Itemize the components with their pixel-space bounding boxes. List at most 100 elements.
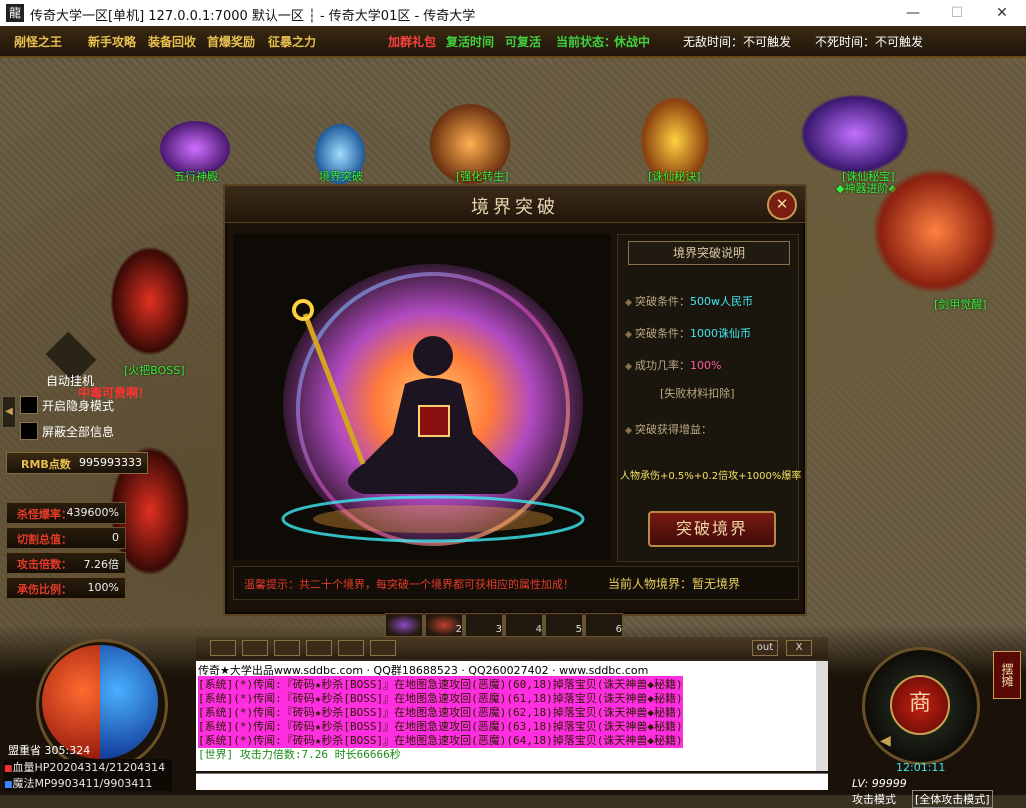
mp-readout: ■魔法MP9903411/9903411	[4, 775, 172, 791]
diamond-icon	[624, 298, 633, 306]
level-value: 99999	[871, 777, 907, 790]
app-icon: 龍	[6, 4, 24, 22]
game-clock: 12:01:11	[896, 761, 946, 774]
dialog-close-button[interactable]: ✕	[767, 190, 797, 220]
menu-item-first-drop[interactable]: 首爆奖励	[207, 33, 255, 50]
game-viewport[interactable]: 剐怪之王 新手攻略 装备回收 首爆奖励 征暴之力 加群礼包 复活时间 可复活 当…	[0, 26, 1026, 808]
chat-tool-icon[interactable]	[210, 640, 236, 656]
chat-out-button[interactable]: out	[752, 640, 778, 656]
map-coordinates: 盟重省 305:324	[8, 744, 91, 757]
chat-close-button[interactable]: X	[786, 640, 812, 656]
skill-slot-5[interactable]: 5	[545, 613, 583, 637]
stall-button[interactable]: 摆摊	[993, 651, 1021, 699]
rmb-value: 995993333	[79, 456, 142, 469]
stat-key: 杀怪爆率：	[17, 508, 72, 521]
current-realm: 当前人物境界：暂无境界	[608, 577, 741, 591]
chat-tool-icon[interactable]	[274, 640, 300, 656]
menu-item-recycle[interactable]: 装备回收	[148, 33, 196, 50]
chat-tool-icon[interactable]	[242, 640, 268, 656]
menu-item-group-gift[interactable]: 加群礼包	[388, 33, 436, 50]
hide-info-label: 屏蔽全部信息	[42, 425, 115, 439]
red-monster[interactable]	[110, 246, 190, 356]
npc-label[interactable]: [诛仙秘诀]	[648, 168, 701, 184]
rate-value: 100%	[690, 359, 722, 372]
menu-item-power[interactable]: 征暴之力	[268, 33, 316, 50]
chat-input[interactable]	[196, 773, 828, 790]
chat-tool-icon[interactable]	[370, 640, 396, 656]
tip-text: 温馨提示：共二十个境界，每突破一个境界都可获相应的属性加成！	[244, 578, 574, 591]
condition-value: 500w人民币	[690, 295, 753, 308]
stat-value: 439600%	[66, 506, 119, 519]
npc-zhuxian-treasure[interactable]	[800, 94, 910, 174]
npc-label[interactable]: [剑甲觉醒]	[934, 296, 987, 312]
chat-tool-icon[interactable]	[306, 640, 332, 656]
rmb-label: RMB点数	[21, 458, 71, 471]
condition-label: 突破条件：	[635, 295, 690, 308]
hide-info-checkbox[interactable]	[20, 422, 38, 440]
skill-slot-3[interactable]: 3	[465, 613, 503, 637]
state-label: 当前状态：	[556, 35, 617, 49]
condition-1: 突破条件：500w人民币	[624, 293, 753, 309]
stat-key: 攻击倍数：	[17, 558, 72, 571]
npc-sword-armor[interactable]	[870, 166, 1000, 296]
stat-key: 承伤比例：	[17, 583, 72, 596]
chat-tool-icon[interactable]	[338, 640, 364, 656]
gain-label-row: 突破获得增益：	[624, 421, 712, 437]
top-menu-bar: 剐怪之王 新手攻略 装备回收 首爆奖励 征暴之力 加群礼包 复活时间 可复活 当…	[0, 26, 1026, 58]
chat-world-line: [世界] 攻击力倍数:7.26 时长66666秒	[198, 748, 401, 761]
stat-key: 切割总值：	[17, 533, 72, 546]
close-window-button[interactable]: ✕	[980, 0, 1024, 26]
maximize-button[interactable]: ☐	[935, 0, 979, 26]
success-rate: 成功几率：100%	[624, 357, 722, 373]
state-value: 休战中	[614, 35, 651, 49]
npc-label[interactable]: 境界突破	[319, 168, 363, 184]
breakthrough-info-panel: 境界突破说明 突破条件：500w人民币 突破条件：1000诛仙币 成功几率：10…	[617, 234, 801, 562]
condition-2: 突破条件：1000诛仙币	[624, 325, 751, 341]
rate-label: 成功几率：	[635, 359, 690, 372]
break-realm-button[interactable]: 突破境界	[648, 511, 776, 547]
collapse-arrow-icon[interactable]: ◀	[2, 396, 16, 428]
realm-breakthrough-dialog: 境界突破 ✕ 境界突破说明 突破条件：500w人民币 突破条件：1000诛仙币 …	[223, 184, 807, 616]
stat-row: 杀怪爆率： 439600%	[6, 502, 126, 524]
bottom-hud: 盟重省 305:324 ■血量HP20204314/21204314 ■魔法MP…	[0, 613, 1026, 808]
sound-icon[interactable]: ◀	[880, 733, 891, 749]
dialog-title: 境界突破	[471, 197, 559, 218]
skill-slot-2[interactable]: 2	[425, 613, 463, 637]
chat-log[interactable]: 传奇★大学出品www.sddbc.com · QQ群18688523 · QQ2…	[196, 661, 828, 771]
undying-time: 不死时间：不可触发	[815, 35, 924, 49]
mp-square-icon: ■	[4, 780, 13, 790]
attack-mode-value[interactable]: [全体攻击模式]	[912, 790, 993, 808]
diamond-icon	[624, 330, 633, 338]
npc-label[interactable]: [强化转生]	[456, 168, 509, 184]
menu-item-guide[interactable]: 新手攻略	[88, 33, 136, 50]
stat-value: 7.26倍	[83, 558, 120, 571]
rmb-bar: RMB点数 995993333	[6, 452, 148, 474]
meditation-artwork	[233, 234, 611, 560]
minimize-button[interactable]: —	[891, 0, 935, 26]
shop-button[interactable]: 商	[890, 675, 950, 735]
window-titlebar: 龍 传奇大学一区[单机] 127.0.0.1:7000 默认一区 ┆ - 传奇大…	[0, 0, 1026, 27]
stat-row: 承伤比例： 100%	[6, 577, 126, 599]
stat-row: 攻击倍数： 7.26倍	[6, 552, 126, 574]
npc-label[interactable]: 五行神殿	[174, 168, 218, 184]
window-title: 传奇大学一区[单机] 127.0.0.1:7000 默认一区 ┆ - 传奇大学0…	[30, 9, 476, 24]
skill-slot-6[interactable]: 6	[585, 613, 623, 637]
stat-value: 100%	[87, 581, 119, 594]
menu-item-king[interactable]: 剐怪之王	[14, 33, 62, 50]
revive-status: 可复活	[505, 35, 542, 49]
skill-slot-4[interactable]: 4	[505, 613, 543, 637]
diamond-icon	[624, 426, 633, 434]
level-label: LV:	[852, 777, 869, 790]
chat-scrollbar[interactable]	[816, 661, 828, 771]
mp-text: 魔法MP9903411/9903411	[12, 777, 153, 790]
hp-square-icon: ■	[4, 764, 13, 774]
condition-label: 突破条件：	[635, 327, 690, 340]
stealth-mode-checkbox[interactable]	[20, 396, 38, 414]
stat-row: 切割总值： 0	[6, 527, 126, 549]
gain-label: 突破获得增益：	[635, 423, 712, 436]
condition-value: 1000诛仙币	[690, 327, 751, 340]
hp-readout: ■血量HP20204314/21204314	[4, 759, 172, 775]
boss-note: [火把BOSS]	[124, 364, 185, 377]
stat-value: 0	[112, 531, 119, 544]
skill-slot-1[interactable]	[385, 613, 423, 637]
